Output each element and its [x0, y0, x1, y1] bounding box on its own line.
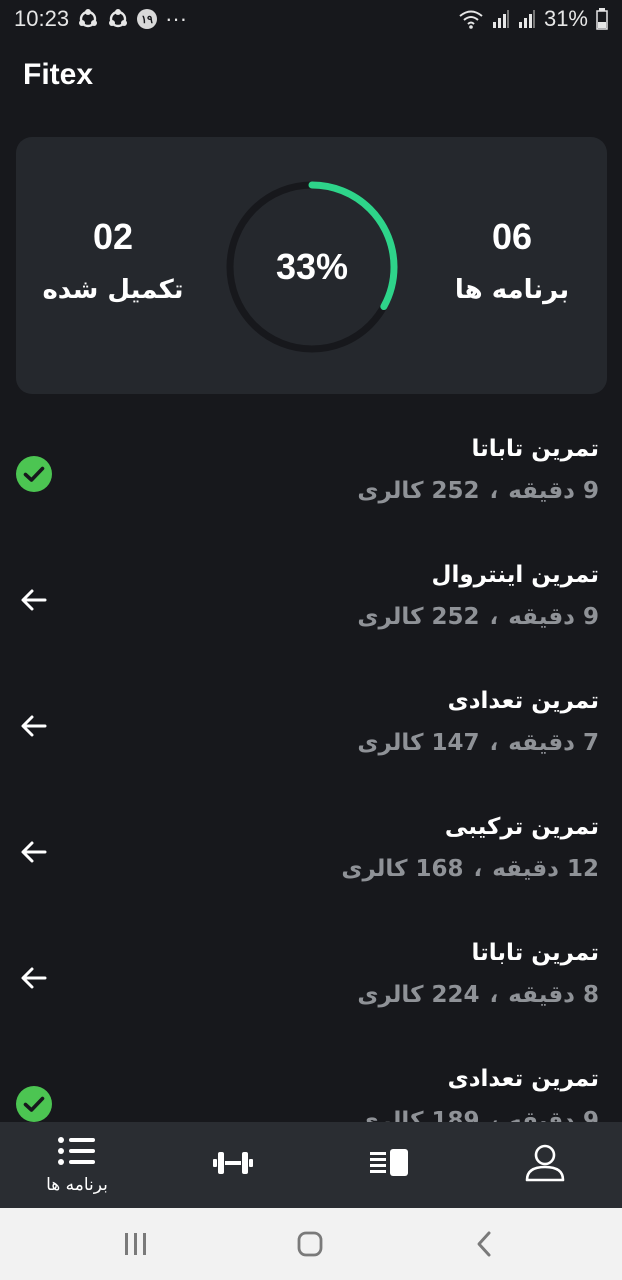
nav-programs-label: برنامه ها — [46, 1175, 108, 1195]
workout-meta: 8 دقیقه ، 224 کالری — [357, 982, 599, 1008]
recent-apps-icon[interactable] — [116, 1226, 156, 1262]
check-circle-icon — [16, 1086, 52, 1122]
workout-calories: 252 کالری — [357, 604, 480, 630]
system-nav-bar — [0, 1208, 622, 1280]
nav-workouts[interactable] — [168, 1122, 298, 1208]
meta-separator: ، — [473, 856, 483, 882]
workout-calories: 189 کالری — [357, 1108, 480, 1122]
workout-duration: 7 دقیقه — [508, 730, 599, 756]
home-icon[interactable] — [290, 1226, 330, 1262]
workout-item[interactable]: تمرین اینتروال 9 دقیقه ، 252 کالری — [0, 542, 622, 668]
workout-calories: 224 کالری — [357, 982, 480, 1008]
check-circle-icon — [16, 456, 52, 492]
workout-duration: 12 دقیقه — [492, 856, 599, 882]
workout-duration: 9 دقیقه — [508, 478, 599, 504]
workout-meta: 7 دقیقه ، 147 کالری — [357, 730, 599, 756]
completed-label: تکمیل شده — [42, 275, 184, 305]
meta-separator: ، — [489, 478, 499, 504]
profile-icon — [525, 1144, 565, 1186]
workout-title: تمرین تعدادی — [447, 1066, 599, 1092]
arrow-left-icon[interactable] — [16, 582, 52, 618]
workout-meta: 9 دقیقه ، 189 کالری — [357, 1108, 599, 1122]
workout-calories: 168 کالری — [341, 856, 464, 882]
workout-duration: 8 دقیقه — [508, 982, 599, 1008]
workout-item[interactable]: تمرین ترکیبی 12 دقیقه ، 168 کالری — [0, 794, 622, 920]
status-bar: 10:23 ۱۹ ··· 31% — [0, 0, 622, 38]
completed-stat: 02 تکمیل شده — [28, 216, 198, 306]
book-icon — [370, 1149, 408, 1181]
signal-icon — [518, 9, 536, 29]
workout-title: تمرین تاباتا — [471, 436, 599, 462]
workout-meta: 12 دقیقه ، 168 کالری — [341, 856, 599, 882]
workout-item[interactable]: تمرین تعدادی 9 دقیقه ، 189 کالری — [0, 1046, 622, 1122]
status-time: 10:23 — [14, 6, 70, 31]
wifi-icon — [458, 9, 484, 29]
workout-meta: 9 دقیقه ، 252 کالری — [357, 604, 599, 630]
recycle-icon — [77, 8, 99, 30]
workout-item[interactable]: تمرین تعدادی 7 دقیقه ، 147 کالری — [0, 668, 622, 794]
programs-count: 06 — [491, 216, 533, 257]
recycle-icon — [107, 8, 129, 30]
nav-profile[interactable] — [480, 1122, 610, 1208]
workout-title: تمرین تاباتا — [471, 940, 599, 966]
workout-item[interactable]: تمرین تاباتا 8 دقیقه ، 224 کالری — [0, 920, 622, 1046]
battery-percent: 31% — [543, 6, 588, 31]
bottom-nav: برنامه ها — [0, 1122, 622, 1208]
progress-percent: 33% — [275, 246, 349, 287]
completed-count: 02 — [92, 216, 134, 257]
meta-separator: ، — [489, 604, 499, 630]
programs-stat: 06 برنامه ها — [427, 216, 597, 306]
meta-separator: ، — [489, 1108, 499, 1122]
back-icon[interactable] — [464, 1226, 504, 1262]
nav-articles[interactable] — [324, 1122, 454, 1208]
arrow-left-icon[interactable] — [16, 708, 52, 744]
workout-calories: 252 کالری — [357, 478, 480, 504]
arrow-left-icon[interactable] — [16, 960, 52, 996]
workout-title: تمرین ترکیبی — [444, 814, 599, 840]
workout-calories: 147 کالری — [357, 730, 480, 756]
nav-programs[interactable]: برنامه ها — [12, 1122, 142, 1208]
workout-item[interactable]: تمرین تاباتا 9 دقیقه ، 252 کالری — [0, 416, 622, 542]
signal-icon — [492, 9, 510, 29]
notification-badge: ۱۹ — [137, 9, 158, 29]
workout-title: تمرین اینتروال — [431, 562, 599, 588]
workout-duration: 9 دقیقه — [508, 1108, 599, 1122]
list-icon — [57, 1135, 97, 1171]
meta-separator: ، — [489, 730, 499, 756]
battery-icon — [596, 8, 608, 30]
app-title: Fitex — [23, 58, 94, 91]
programs-label: برنامه ها — [454, 275, 570, 305]
workout-list: تمرین تاباتا 9 دقیقه ، 252 کالری تمرین این… — [0, 416, 622, 1122]
meta-separator: ، — [489, 982, 499, 1008]
workout-meta: 9 دقیقه ، 252 کالری — [357, 478, 599, 504]
arrow-left-icon[interactable] — [16, 834, 52, 870]
dumbbell-icon — [213, 1150, 253, 1180]
workout-title: تمرین تعدادی — [447, 688, 599, 714]
summary-card: 02 تکمیل شده 33% 06 برنامه ها — [16, 137, 607, 394]
workout-duration: 9 دقیقه — [508, 604, 599, 630]
more-notifications-icon: ··· — [165, 6, 188, 31]
